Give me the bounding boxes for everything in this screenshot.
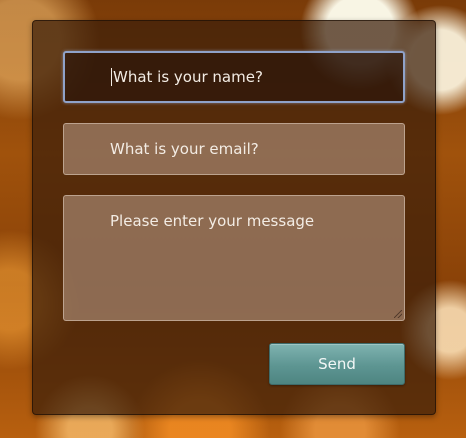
send-button-label: Send <box>318 355 356 373</box>
contact-form-panel: What is your name? What is your email? P… <box>32 20 436 415</box>
name-input[interactable]: What is your name? <box>63 51 405 103</box>
resize-grip-icon[interactable] <box>394 310 402 318</box>
text-caret <box>111 68 112 86</box>
send-button[interactable]: Send <box>269 343 405 385</box>
message-placeholder: Please enter your message <box>110 212 315 230</box>
name-placeholder: What is your name? <box>113 67 263 86</box>
message-textarea[interactable]: Please enter your message <box>63 195 405 321</box>
email-placeholder: What is your email? <box>110 139 259 158</box>
email-input[interactable]: What is your email? <box>63 123 405 175</box>
